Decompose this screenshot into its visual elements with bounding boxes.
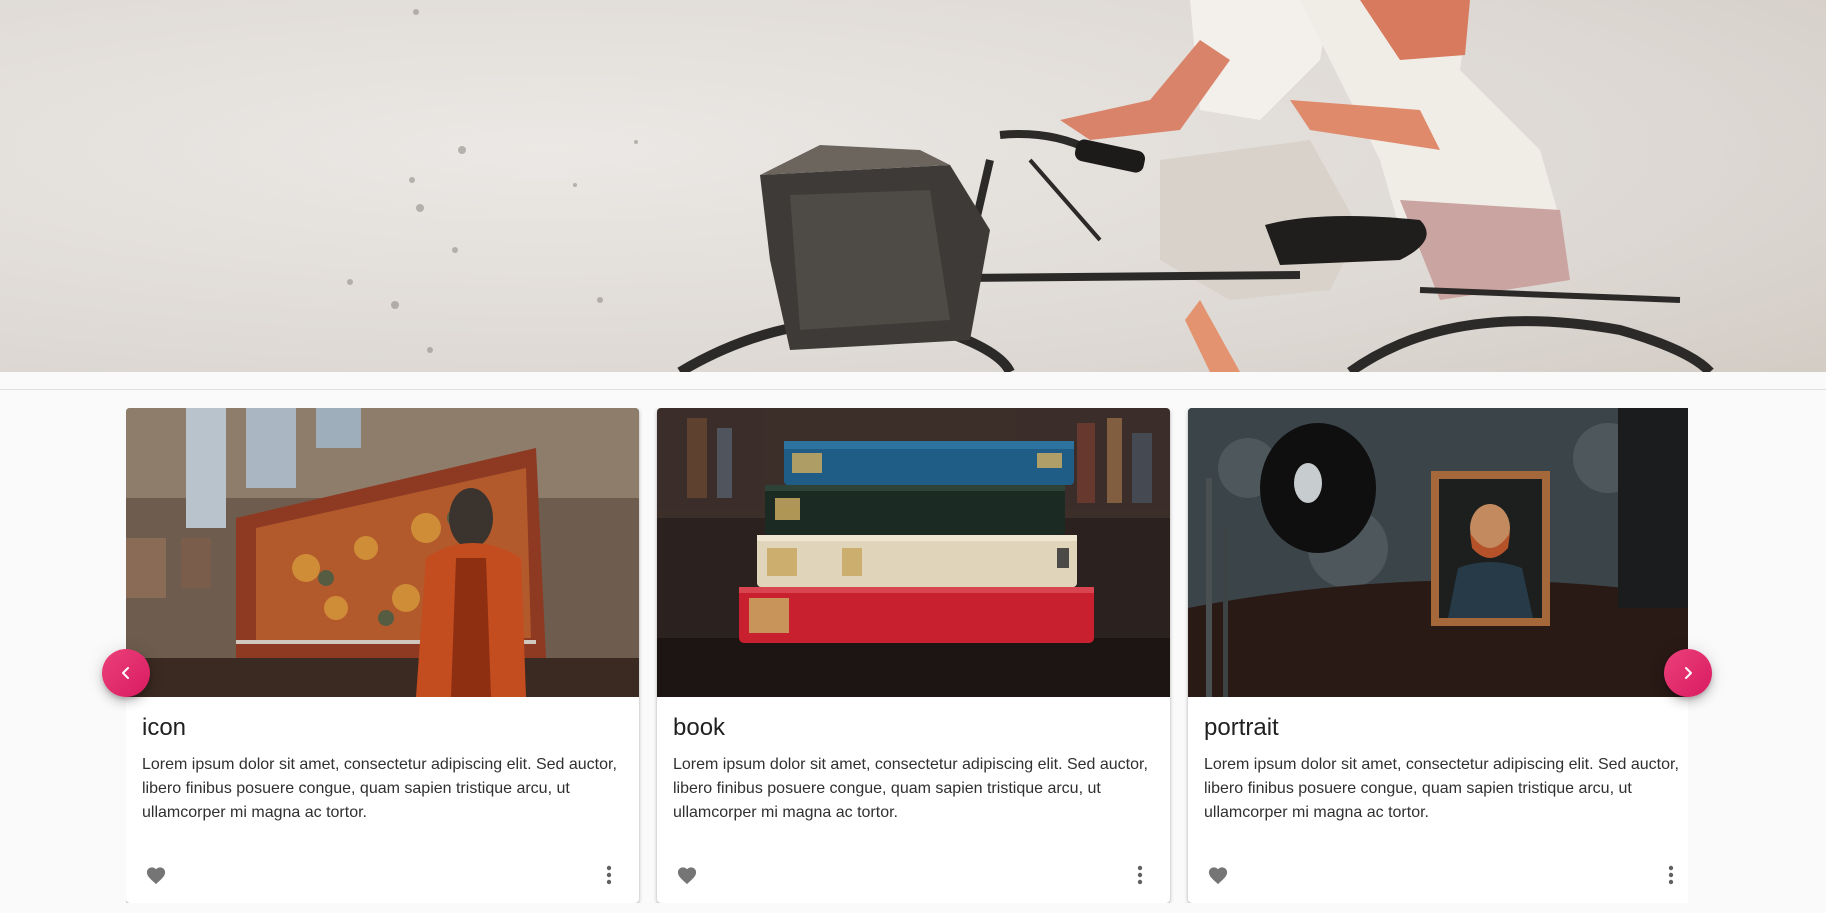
- portrait-room-image: [1188, 408, 1688, 697]
- heart-icon: [677, 867, 697, 885]
- card-actions: [657, 853, 1170, 901]
- section-divider: [0, 389, 1826, 390]
- more-vert-icon: [1668, 865, 1674, 885]
- chevron-right-icon: [1685, 667, 1692, 679]
- chevron-left-icon: [122, 667, 129, 679]
- card-description: Lorem ipsum dolor sit amet, consectetur …: [673, 756, 1148, 821]
- heart-icon: [1208, 867, 1228, 885]
- card-title: icon: [142, 714, 187, 741]
- carousel-card: portrait Lorem ipsum dolor sit amet, con…: [1188, 408, 1688, 903]
- carousel-prev-button[interactable]: [102, 649, 150, 697]
- hero-mural-illustration: [0, 0, 1826, 372]
- carousel-card: book Lorem ipsum dolor sit amet, consect…: [657, 408, 1170, 903]
- card-title: portrait: [1204, 714, 1279, 741]
- carousel-next-button[interactable]: [1664, 649, 1712, 697]
- hero-image: [0, 0, 1826, 372]
- card-description: Lorem ipsum dolor sit amet, consectetur …: [1204, 756, 1679, 821]
- favorite-button[interactable]: [1200, 857, 1236, 893]
- more-options-button[interactable]: [1653, 857, 1688, 893]
- card-description: Lorem ipsum dolor sit amet, consectetur …: [142, 756, 617, 821]
- card-title: book: [673, 714, 726, 741]
- card-actions: [1188, 853, 1688, 901]
- favorite-button[interactable]: [669, 857, 705, 893]
- card-actions: [126, 853, 639, 901]
- card-image: [1188, 408, 1688, 697]
- heart-icon: [146, 867, 166, 885]
- card-image: [126, 408, 639, 697]
- card-image: [657, 408, 1170, 697]
- more-options-button[interactable]: [1122, 857, 1158, 893]
- book-stack-image: [657, 408, 1170, 697]
- favorite-button[interactable]: [138, 857, 174, 893]
- more-options-button[interactable]: [591, 857, 627, 893]
- more-vert-icon: [1137, 865, 1143, 885]
- card-carousel: icon Lorem ipsum dolor sit amet, consect…: [126, 408, 1688, 903]
- carousel-card: icon Lorem ipsum dolor sit amet, consect…: [126, 408, 639, 903]
- museum-tapestry-image: [126, 408, 639, 697]
- more-vert-icon: [606, 865, 612, 885]
